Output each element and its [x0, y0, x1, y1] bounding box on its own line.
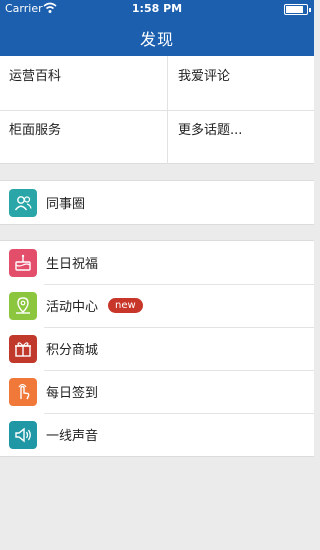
colleagues-icon	[9, 188, 37, 217]
new-badge: new	[108, 298, 143, 313]
grid-item-ops-wiki[interactable]: 运营百科	[0, 56, 157, 110]
grid-item-counter-service[interactable]: 柜面服务	[0, 110, 157, 164]
header-bar: Carrier 1:58 PM 发现	[0, 0, 314, 56]
list-item-label: 活动中心	[46, 300, 99, 315]
list-item-activity-center[interactable]: 活动中心 new	[0, 284, 314, 327]
list-item-colleagues[interactable]: 同事圈	[0, 181, 314, 224]
list-item-daily-checkin[interactable]: 每日签到	[0, 370, 314, 413]
page-title: 发现	[139, 30, 174, 49]
status-bar: Carrier 1:58 PM	[0, 0, 314, 18]
status-time: 1:58 PM	[131, 2, 183, 15]
list-item-label: 同事圈	[46, 197, 86, 212]
list-item-label: 一线声音	[46, 429, 99, 444]
list-item-points-mall[interactable]: 积分商城	[0, 327, 314, 370]
list-item-frontline-voice[interactable]: 一线声音	[0, 413, 314, 456]
birthday-cake-icon	[9, 248, 37, 277]
list-item-label: 生日祝福	[46, 257, 99, 272]
grid-item-comments[interactable]: 我爱评论	[168, 56, 320, 110]
grid-item-more-topics[interactable]: 更多话题...	[168, 110, 320, 164]
topic-grid: 运营百科 我爱评论 柜面服务 更多话题...	[0, 56, 314, 164]
gift-icon	[9, 334, 37, 363]
battery-icon	[284, 4, 311, 15]
colleagues-section: 同事圈	[0, 180, 314, 225]
activity-location-icon	[9, 291, 37, 320]
features-section: 生日祝福 活动中心 new 积分商城 每日签到 一线声音	[0, 240, 314, 457]
list-item-birthday[interactable]: 生日祝福	[0, 241, 314, 284]
list-item-label: 每日签到	[46, 386, 99, 401]
list-item-label: 积分商城	[46, 343, 99, 358]
speaker-icon	[9, 420, 37, 449]
finger-tap-icon	[9, 377, 37, 406]
